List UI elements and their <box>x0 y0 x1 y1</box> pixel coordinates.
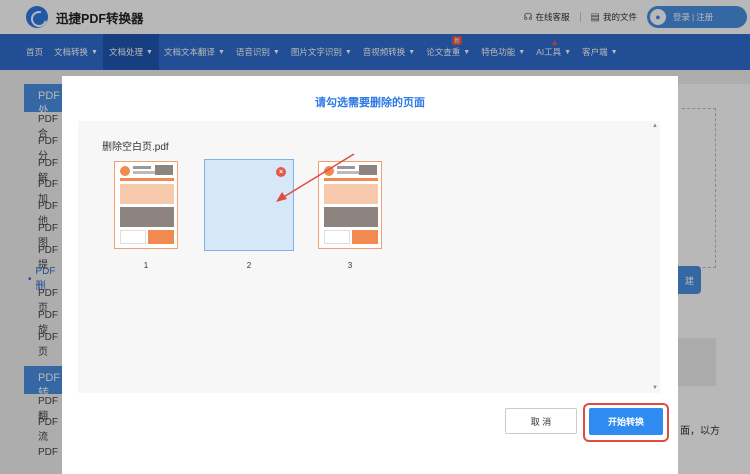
page-thumbnails-area: 删除空白页.pdf 1 × 2 3 ▲ ▼ <box>78 121 660 393</box>
cancel-button[interactable]: 取 消 <box>505 408 577 434</box>
annotation-arrow-icon <box>276 153 355 202</box>
scroll-up-icon[interactable]: ▲ <box>652 123 658 129</box>
scrollbar[interactable]: ▲ ▼ <box>650 121 660 393</box>
file-name: 删除空白页.pdf <box>102 142 169 153</box>
page-thumbnail-1[interactable] <box>114 161 178 249</box>
dialog-title: 请勾选需要删除的页面 <box>315 97 425 109</box>
page-number: 3 <box>347 261 353 270</box>
page-number: 2 <box>246 261 252 270</box>
scroll-down-icon[interactable]: ▼ <box>652 385 658 391</box>
start-convert-button[interactable]: 开始转换 <box>589 408 663 435</box>
page-number: 1 <box>143 261 149 270</box>
